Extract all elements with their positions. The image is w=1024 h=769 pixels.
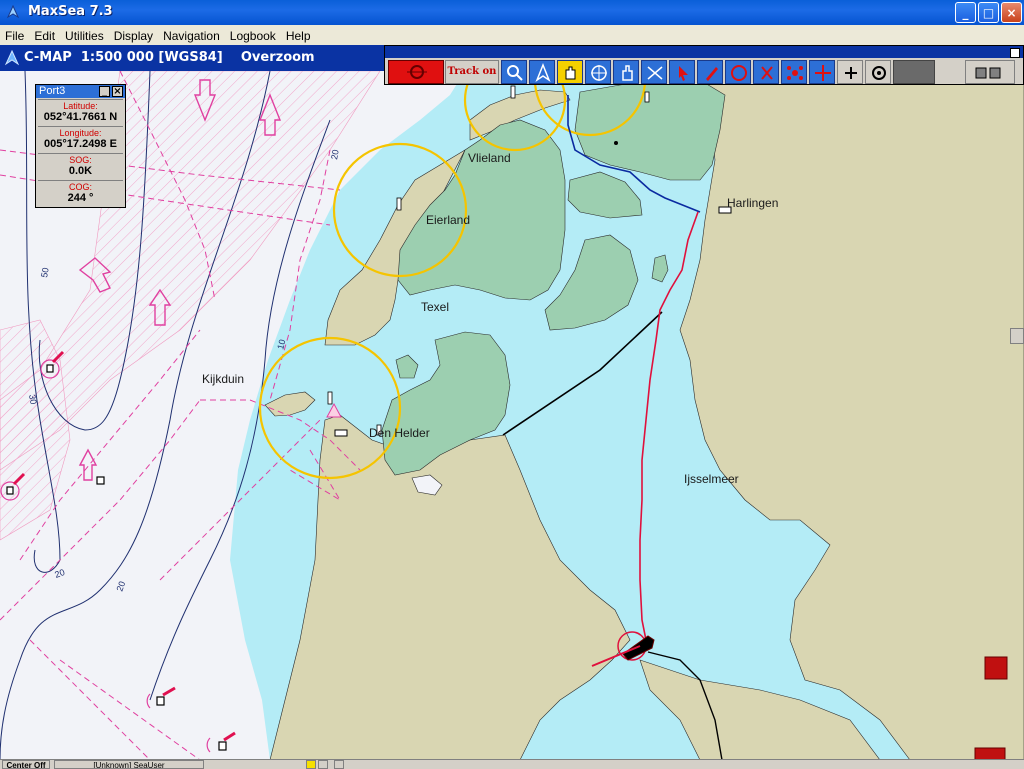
chart-map[interactable]: 20 50 30 20 20 10 Vlieland Eierland Texe… [0, 71, 1024, 760]
menu-file[interactable]: File [0, 27, 29, 45]
scissors-button[interactable] [753, 60, 779, 84]
route-icon [731, 65, 747, 81]
target-icon [407, 65, 427, 79]
maximize-button[interactable]: □ [978, 2, 999, 23]
center-button[interactable] [865, 60, 891, 84]
crosshair-icon [591, 65, 607, 81]
move-button[interactable] [809, 60, 835, 84]
route-button[interactable] [725, 60, 751, 84]
chart-canvas[interactable]: 20 50 30 20 20 10 [0, 71, 1024, 760]
latitude-value: 052°41.7661 N [43, 111, 118, 123]
harbour-mark [334, 429, 348, 437]
longitude-cell: Longitude: 005°17.2498 E [38, 126, 123, 153]
chart-header-text: C-MAP 1:500 000 [WGS84] Overzoom [24, 50, 315, 65]
measure-button[interactable] [641, 60, 667, 84]
hand-button[interactable] [557, 60, 583, 84]
minimize-button[interactable]: _ [955, 2, 976, 23]
point-mark [614, 141, 618, 145]
move-icon [815, 65, 831, 81]
hand-icon [565, 66, 576, 80]
chart-icon [5, 50, 19, 66]
vertical-scrollbar[interactable] [1007, 85, 1024, 759]
display-button[interactable] [965, 60, 1015, 84]
chart-scale: 1:500 000 [80, 50, 154, 65]
sog-label: SOG: [69, 155, 92, 165]
port-panel-title: Port3 [39, 85, 66, 97]
compass-icon [535, 62, 551, 82]
pencil-icon [706, 67, 718, 81]
chart-datum: [WGS84] [158, 50, 223, 65]
port-panel-close[interactable]: × [112, 86, 123, 97]
close-button[interactable]: × [1001, 2, 1022, 23]
display-icon [975, 67, 1001, 79]
pointing-hand-icon [622, 65, 633, 81]
magnifier-icon [507, 65, 523, 81]
place-vlieland: Vlieland [468, 151, 511, 165]
add-button[interactable] [837, 60, 863, 84]
track-on-button[interactable]: Track on [445, 60, 499, 84]
cursor-arrow-icon [679, 66, 688, 81]
menu-display[interactable]: Display [109, 27, 158, 45]
place-kijkduin: Kijkduin [202, 372, 245, 386]
port-panel[interactable]: Port3 _ × Latitude: 052°41.7661 N Longit… [35, 84, 126, 208]
crosshair-button[interactable] [585, 60, 611, 84]
cog-value: 244 ° [67, 192, 94, 204]
depth-label: 30 [27, 394, 39, 406]
toolbar-close-button[interactable] [1010, 48, 1020, 58]
place-harlingen: Harlingen [727, 196, 779, 210]
zoom-button[interactable] [501, 60, 527, 84]
compass-button[interactable] [529, 60, 555, 84]
menu-bar: File Edit Utilities Display Navigation Logboo… [0, 25, 1024, 43]
longitude-value: 005°17.2498 E [44, 138, 117, 150]
menu-edit[interactable]: Edit [29, 27, 60, 45]
cluster-button[interactable] [781, 60, 807, 84]
depth-label: 20 [329, 149, 341, 161]
chart-toolbar: Track on [384, 45, 1024, 85]
target-button[interactable] [388, 60, 444, 84]
scrollbar-thumb[interactable] [1010, 328, 1024, 344]
cog-cell: COG: 244 ° [38, 180, 123, 207]
blank-tool-slot [893, 60, 935, 84]
place-texel: Texel [421, 300, 450, 314]
window-title-bar[interactable]: MaxSea 7.3 _ □ × [0, 0, 1024, 25]
menu-logbook[interactable]: Logbook [225, 27, 281, 45]
cluster-icon [787, 66, 803, 80]
place-eierland: Eierland [426, 213, 471, 227]
menu-help[interactable]: Help [281, 27, 316, 45]
latitude-cell: Latitude: 052°41.7661 N [38, 99, 123, 126]
scissors-icon [761, 66, 773, 80]
app-icon [6, 5, 20, 19]
measure-icon [647, 66, 663, 80]
place-den-helder: Den Helder [369, 426, 430, 440]
sog-cell: SOG: 0.0K [38, 153, 123, 180]
longitude-label: Longitude: [59, 128, 102, 138]
pointing-hand-button[interactable] [613, 60, 639, 84]
latitude-label: Latitude: [63, 101, 98, 111]
port-panel-header[interactable]: Port3 _ × [36, 85, 125, 98]
center-icon [872, 66, 886, 80]
cursor-button[interactable] [669, 60, 695, 84]
depth-label: 50 [39, 267, 51, 279]
cog-label: COG: [68, 182, 92, 192]
chart-source: C-MAP [24, 50, 72, 65]
pencil-button[interactable] [697, 60, 723, 84]
chart-mode: Overzoom [240, 50, 315, 65]
menu-utilities[interactable]: Utilities [60, 27, 109, 45]
menu-navigation[interactable]: Navigation [158, 27, 225, 45]
plus-icon [845, 67, 857, 79]
window-title: MaxSea 7.3 [28, 4, 113, 19]
place-ijsselmeer: Ijsselmeer [684, 472, 739, 486]
red-marker [984, 656, 1008, 680]
toolbar-title-strip [385, 46, 1023, 58]
sog-value: 0.0K [68, 165, 93, 177]
port-panel-minimize[interactable]: _ [99, 86, 110, 97]
